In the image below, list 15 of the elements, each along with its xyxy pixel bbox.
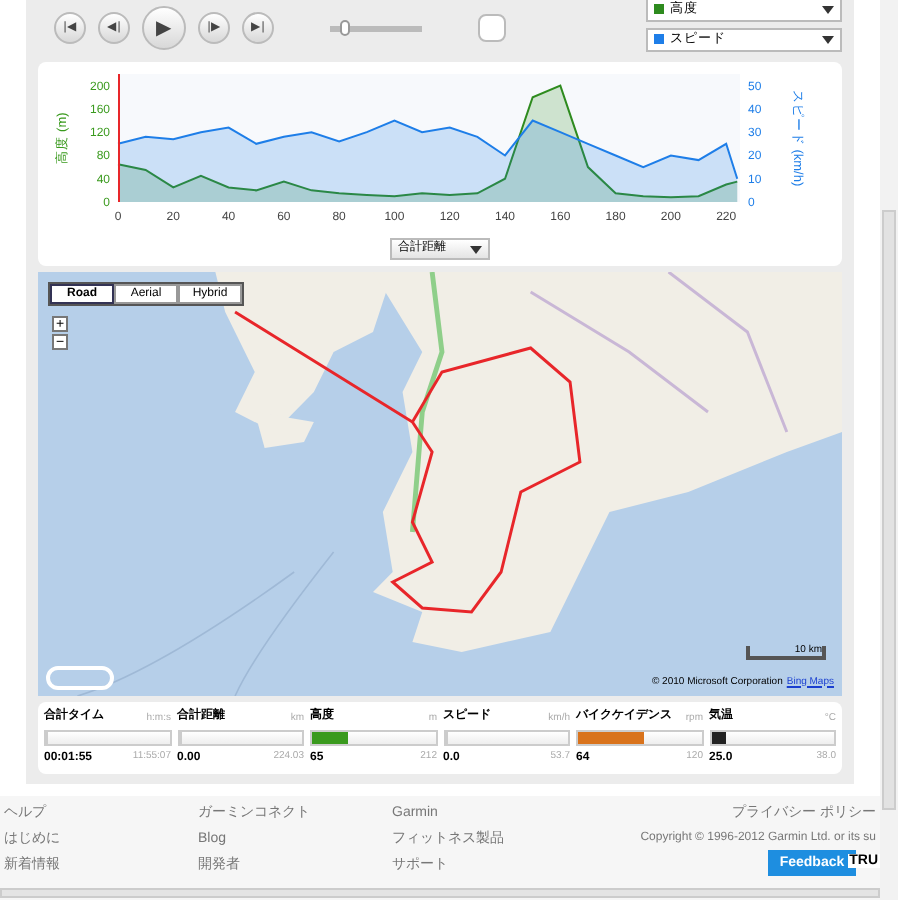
- fullscreen-icon[interactable]: [478, 14, 506, 42]
- caret-icon: [822, 5, 834, 13]
- vertical-scrollbar[interactable]: [882, 210, 896, 810]
- stat-bar: [576, 730, 703, 746]
- stat-bar: [310, 730, 437, 746]
- position-marker: [118, 74, 120, 202]
- speed-slider[interactable]: [330, 25, 422, 31]
- stat-bar: [709, 730, 836, 746]
- caret-icon: [822, 35, 834, 43]
- stat-bar: [443, 730, 570, 746]
- horizontal-scrollbar[interactable]: [0, 888, 880, 898]
- stat-bar: [177, 730, 304, 746]
- caret-icon: [470, 245, 482, 253]
- play-button[interactable]: ▶: [142, 6, 186, 50]
- stat-bar: [44, 730, 171, 746]
